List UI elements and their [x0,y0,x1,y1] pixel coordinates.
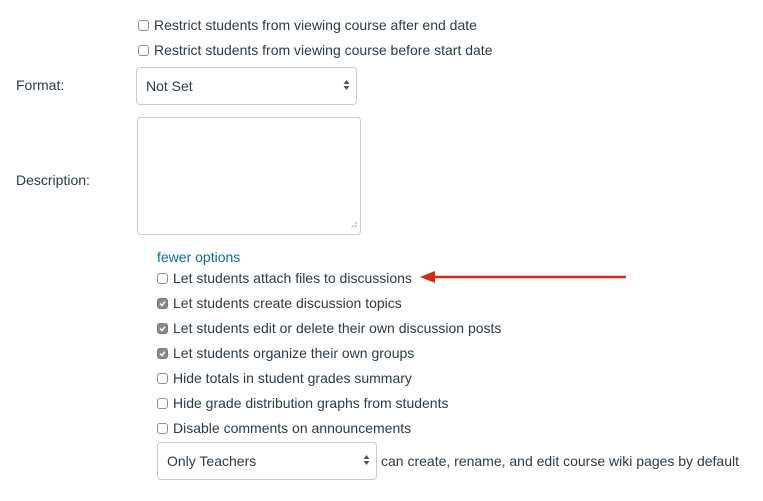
option-row[interactable]: Let students organize their own groups [157,345,414,361]
restrict-after-end-label: Restrict students from viewing course af… [154,17,477,33]
restrict-before-start-checkbox[interactable] [138,44,149,56]
option-label: Hide grade distribution graphs from stud… [173,395,449,411]
option-checkbox[interactable] [157,372,168,384]
option-label: Let students attach files to discussions [173,270,412,286]
option-row[interactable]: Disable comments on announcements [157,420,411,436]
restrict-before-start-label: Restrict students from viewing course be… [154,42,493,58]
option-row[interactable]: Let students attach files to discussions [157,270,412,286]
format-select[interactable]: Not Set [136,67,357,105]
select-arrows-icon [363,453,370,469]
annotation-arrow-head [420,271,435,283]
format-label: Format: [16,77,65,93]
restrict-after-end-row[interactable]: Restrict students from viewing course af… [138,17,477,33]
option-checkbox[interactable] [157,297,168,309]
option-checkbox[interactable] [157,272,168,284]
option-row[interactable]: Hide grade distribution graphs from stud… [157,395,448,411]
option-checkbox[interactable] [157,322,168,334]
restrict-after-end-checkbox[interactable] [138,19,149,31]
description-textarea[interactable] [137,117,361,235]
option-checkbox[interactable] [157,347,168,359]
option-row[interactable]: Hide totals in student grades summary [157,370,412,386]
annotation-arrow-icon [420,271,626,283]
wiki-permission-suffix: can create, rename, and edit course wiki… [381,453,739,469]
format-select-value: Not Set [146,78,193,94]
option-label: Hide totals in student grades summary [173,370,412,386]
description-label: Description: [16,172,90,188]
option-checkbox[interactable] [157,422,168,434]
option-label: Let students edit or delete their own di… [173,320,502,336]
wiki-permission-value: Only Teachers [167,453,257,469]
resize-handle-icon[interactable] [350,216,358,232]
restrict-before-start-row[interactable]: Restrict students from viewing course be… [138,42,492,58]
fewer-options-link[interactable]: fewer options [157,249,240,265]
option-label: Disable comments on announcements [173,420,412,436]
option-checkbox[interactable] [157,397,168,409]
option-label: Let students organize their own groups [173,345,415,361]
option-label: Let students create discussion topics [173,295,402,311]
select-arrows-icon [343,78,350,94]
wiki-permission-select[interactable]: Only Teachers [157,442,377,480]
option-row[interactable]: Let students create discussion topics [157,295,402,311]
option-row[interactable]: Let students edit or delete their own di… [157,320,501,336]
